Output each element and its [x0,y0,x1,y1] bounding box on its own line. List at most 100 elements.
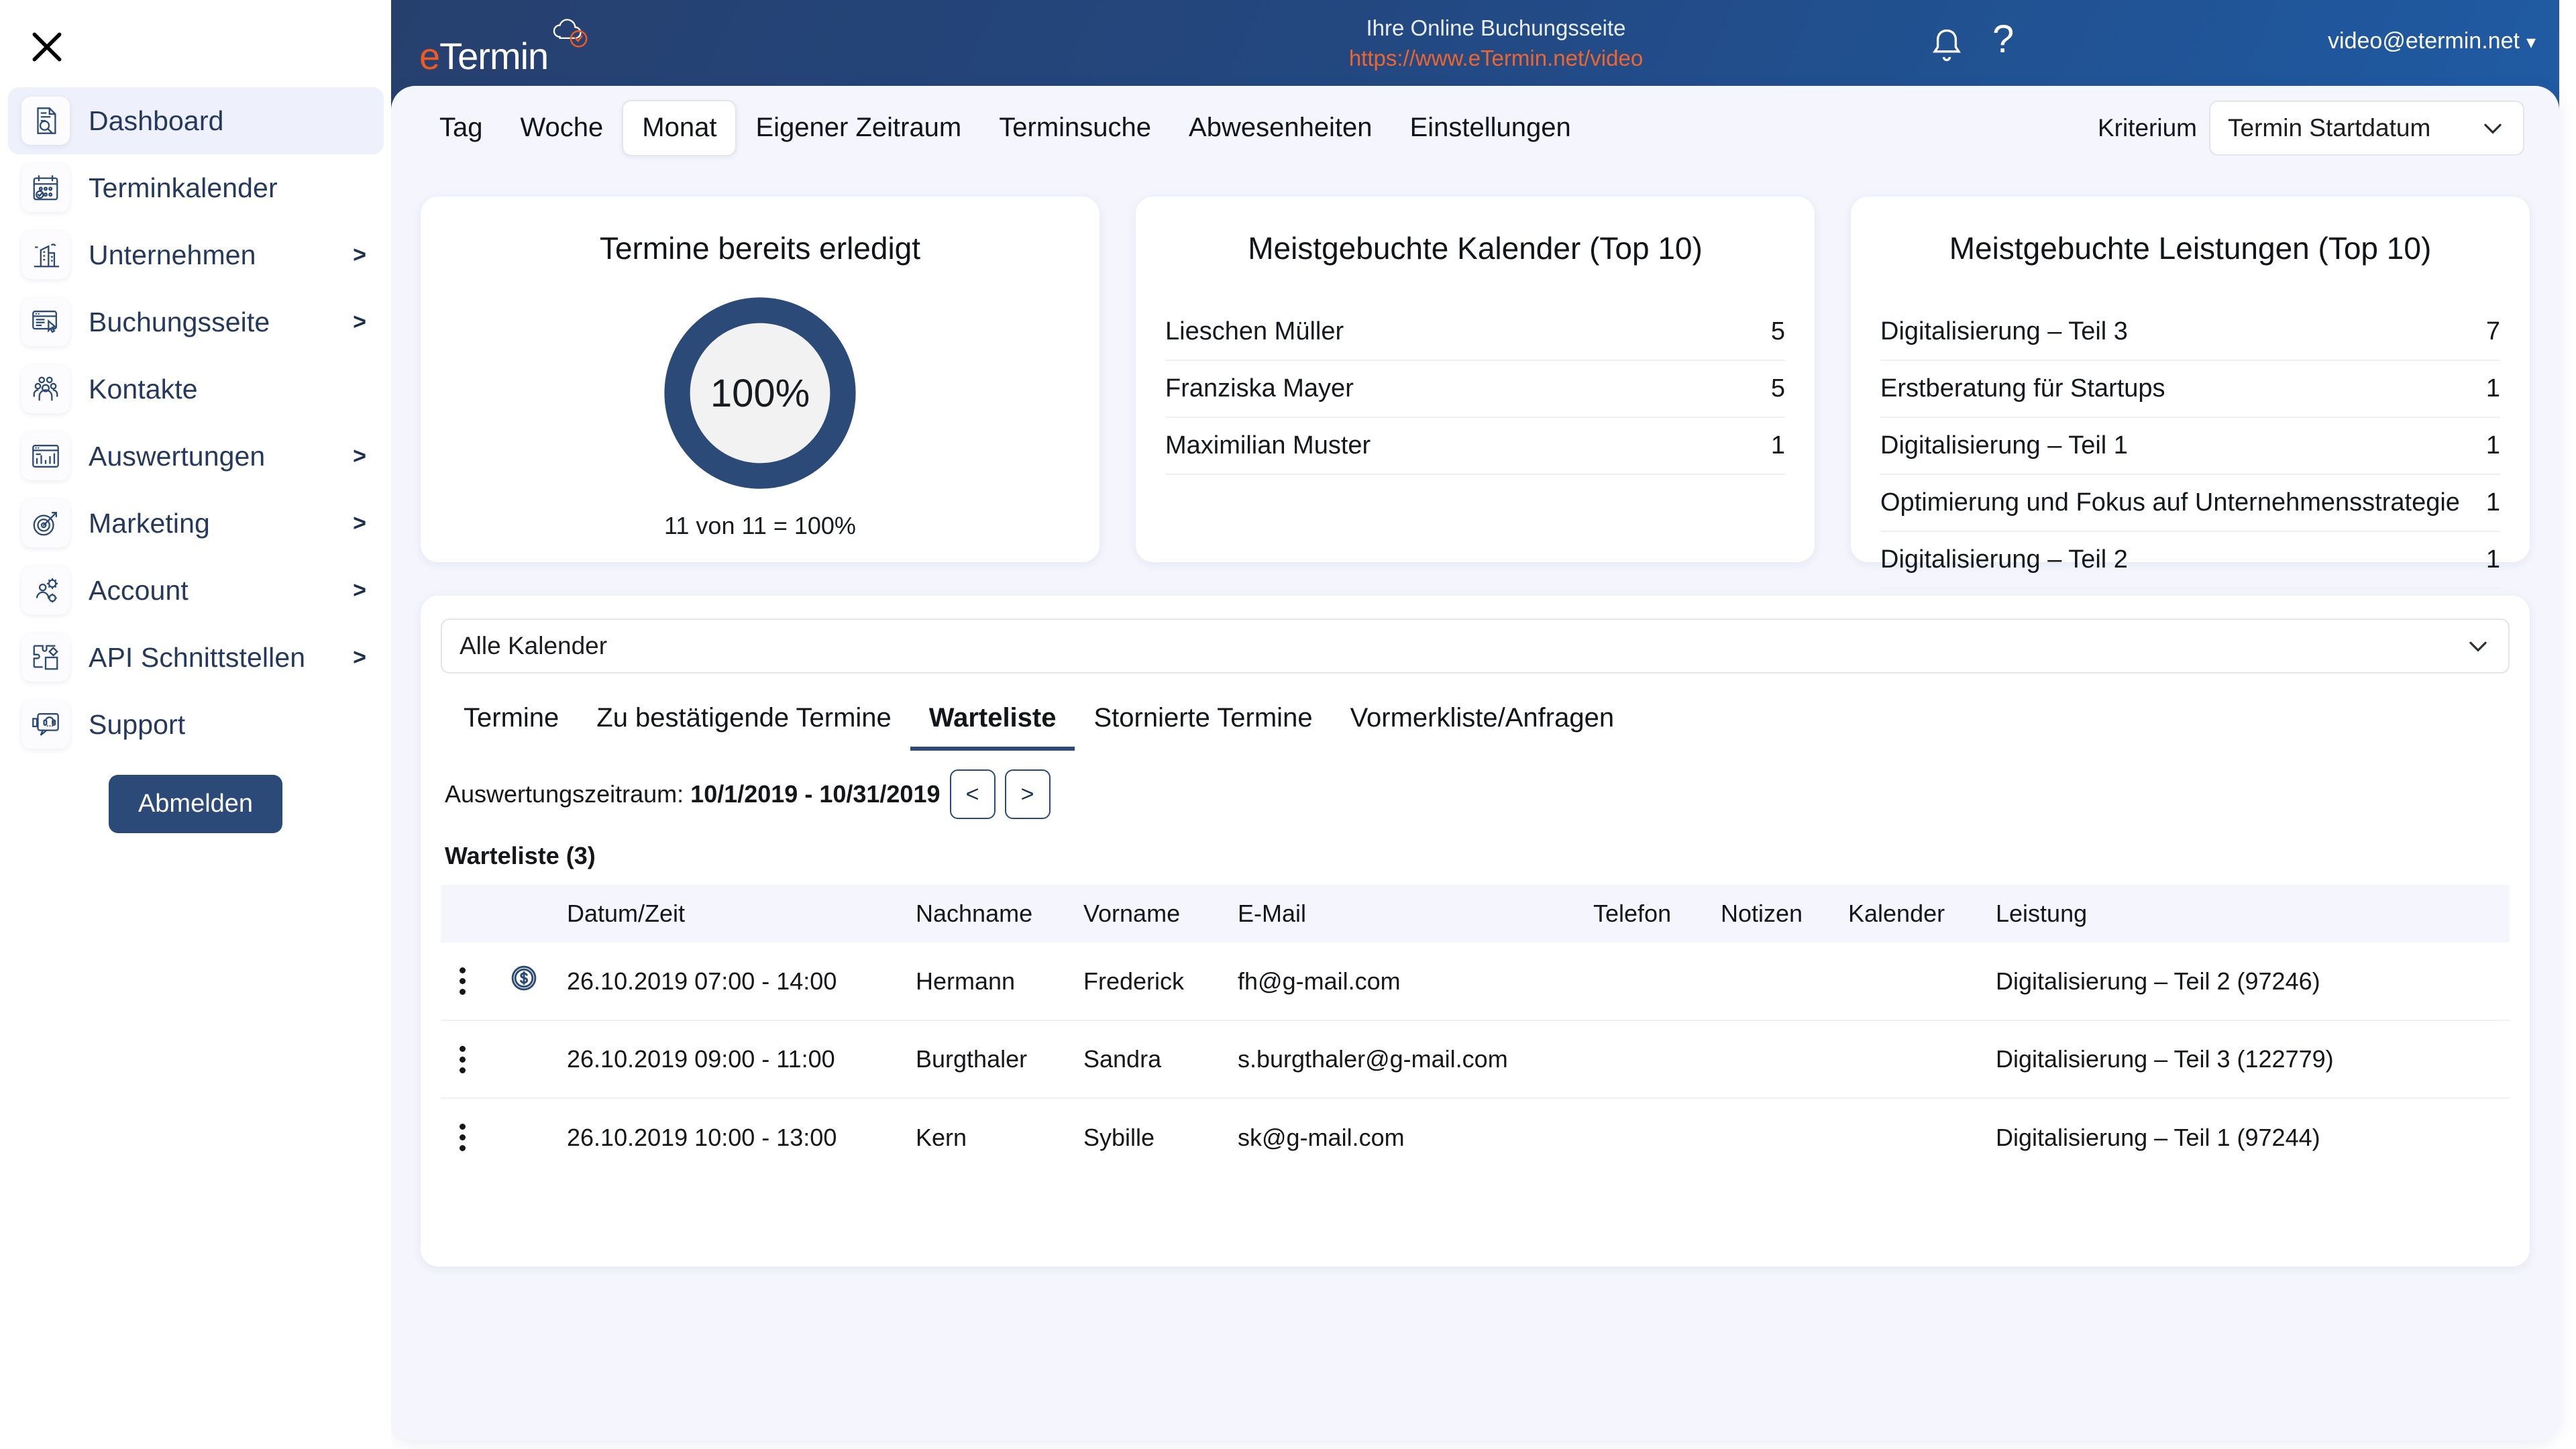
rank-value: 1 [2485,488,2500,517]
sidebar-item-unternehmen[interactable]: Unternehmen > [8,221,384,288]
dollar-circle-icon[interactable] [509,963,539,993]
subtab-termine[interactable]: Termine [445,703,578,751]
tab-terminsuche[interactable]: Terminsuche [980,100,1170,156]
card-meistgebuchte-leistungen: Meistgebuchte Leistungen (Top 10) Digita… [1851,197,2530,589]
three-dots-icon[interactable] [449,967,476,995]
tab-tag[interactable]: Tag [421,100,502,156]
booking-caption: Ihre Online Buchungsseite [1366,15,1626,40]
tab-einstellungen[interactable]: Einstellungen [1391,100,1590,156]
rank-value: 5 [1770,317,1785,345]
column-header: Kalender [1840,885,1988,943]
sidebar-item-marketing[interactable]: Marketing > [8,490,384,557]
sidebar-item-buchungsseite[interactable]: Buchungsseite > [8,288,384,356]
period-row: Auswertungszeitraum: 10/1/2019 - 10/31/2… [441,769,2510,819]
sidebar-item-kontakte[interactable]: Kontakte [8,356,384,423]
user-gears-icon [21,566,70,614]
period-label: Auswertungszeitraum: [445,780,684,808]
rank-value: 1 [2485,431,2500,460]
sidebar-item-dashboard[interactable]: Dashboard [8,87,384,154]
sidebar-nav: Dashboard Terminkalender Unternehmen > Buchu… [8,87,384,758]
view-tabbar: Tag Woche Monat Eigener Zeitraum Terminsuche… [391,86,2559,170]
cell-datetime: 26.10.2019 07:00 - 14:00 [559,943,908,1021]
puzzle-icon [21,633,70,682]
rank-name: Maximilian Muster [1165,431,1371,460]
column-header: E-Mail [1230,885,1585,943]
sidebar-item-label: Terminkalender [89,172,278,203]
rank-name: Digitalisierung – Teil 2 [1880,545,2128,574]
cell-email: s.burgthaler@g-mail.com [1230,1020,1585,1099]
content-panel: Tag Woche Monat Eigener Zeitraum Terminsuche… [391,86,2559,1441]
webpage-click-icon [21,298,70,346]
rank-row: Erstberatung für Startups 1 [1880,361,2500,418]
headset-chat-icon [21,700,70,749]
sidebar-item-label: Marketing [89,507,210,539]
cell-lastname: Hermann [908,943,1075,1021]
card-title: Termine bereits erledigt [599,231,921,266]
period-value: 10/1/2019 - 10/31/2019 [690,780,941,808]
rank-value: 1 [2485,545,2500,574]
close-icon[interactable] [22,22,72,72]
sidebar-item-label: API Schnittstellen [89,641,306,673]
tab-woche[interactable]: Woche [502,100,623,156]
subtab-zu-best-tigende-termine[interactable]: Zu bestätigende Termine [578,703,910,751]
document-search-icon [21,97,70,145]
waitlist-table: Datum/Zeit Nachname Vorname E-Mail Telefon No… [441,885,2510,1176]
cell-phone [1585,1098,1713,1176]
waitlist-panel: Alle Kalender Termine Zu bestätigende Ter… [421,596,2530,1267]
calendar-check-icon [21,164,70,212]
rank-value: 1 [2485,374,2500,402]
kriterium-select[interactable]: Termin Startdatum [2209,100,2524,156]
table-row[interactable]: 26.10.2019 09:00 - 11:00 Burgthaler Sandra… [441,1020,2510,1099]
rank-value: 1 [1770,431,1785,460]
subtab-stornierte-termine[interactable]: Stornierte Termine [1075,703,1331,751]
column-header: Datum/Zeit [559,885,908,943]
subtab-warteliste[interactable]: Warteliste [910,703,1075,751]
cell-firstname: Sybille [1083,1123,1155,1151]
sidebar-item-label: Support [89,708,186,740]
three-dots-icon[interactable] [449,1124,476,1151]
table-row[interactable]: 26.10.2019 07:00 - 14:00 Hermann Frederick… [441,943,2510,1021]
sidebar-item-api-schnittstellen[interactable]: API Schnittstellen > [8,624,384,691]
subtab-vormerkliste-anfragen[interactable]: Vormerkliste/Anfragen [1332,703,1633,751]
rank-value: 7 [2485,317,2500,345]
kriterium-label: Kriterium [2097,113,2197,142]
table-row[interactable]: 26.10.2019 10:00 - 13:00 Kern Sybille sk@g-… [441,1098,2510,1176]
tab-abwesenheiten[interactable]: Abwesenheiten [1170,100,1391,156]
rank-row: Lieschen Müller 5 [1165,304,1785,361]
next-period-button[interactable]: > [1004,769,1051,819]
calendar-filter-select[interactable]: Alle Kalender [441,619,2510,674]
sidebar-item-account[interactable]: Account > [8,557,384,624]
rank-row: Optimierung und Fokus auf Unternehmensst… [1880,475,2500,532]
sidebar-item-terminkalender[interactable]: Terminkalender [8,154,384,221]
cell-service: Digitalisierung – Teil 1 (97244) [1996,1123,2320,1151]
cell-lastname: Kern [916,1123,967,1151]
logout-button[interactable]: Abmelden [108,775,283,833]
rank-row: Maximilian Muster 1 [1165,418,1785,475]
booking-url[interactable]: https://www.eTermin.net/video [1261,44,1731,74]
stat-cards-row: Termine bereits erledigt 100% 11 von 11 … [421,197,2530,589]
chevron-right-icon: > [353,644,366,670]
user-menu[interactable]: video@etermin.net ▾ [2328,28,2536,54]
sidebar-item-support[interactable]: Support [8,691,384,758]
card-title: Meistgebuchte Kalender (Top 10) [1248,231,1703,266]
table-header-row: Datum/Zeit Nachname Vorname E-Mail Telefon No… [441,885,2510,943]
cell-calendar [1840,943,1988,1021]
cell-notes [1713,943,1840,1021]
kriterium-value: Termin Startdatum [2228,113,2431,142]
three-dots-icon[interactable] [449,1045,476,1073]
question-mark-icon[interactable]: ? [1992,20,2014,59]
tab-eigener-zeitraum[interactable]: Eigener Zeitraum [737,100,980,156]
cell-notes [1713,1098,1840,1176]
service-rank-list: Digitalisierung – Teil 3 7 Erstberatung fü… [1880,304,2500,589]
rank-row: Franziska Mayer 5 [1165,361,1785,418]
column-header [501,885,559,943]
rank-name: Franziska Mayer [1165,374,1354,402]
chevron-right-icon: > [353,510,366,536]
prev-period-button[interactable]: < [949,769,996,819]
bar-chart-icon [21,432,70,480]
sidebar-item-auswertungen[interactable]: Auswertungen > [8,423,384,490]
cell-datetime: 26.10.2019 09:00 - 11:00 [559,1020,908,1099]
card-title: Meistgebuchte Leistungen (Top 10) [1949,231,2432,266]
bell-icon[interactable] [1929,27,1965,66]
tab-monat[interactable]: Monat [622,99,737,156]
